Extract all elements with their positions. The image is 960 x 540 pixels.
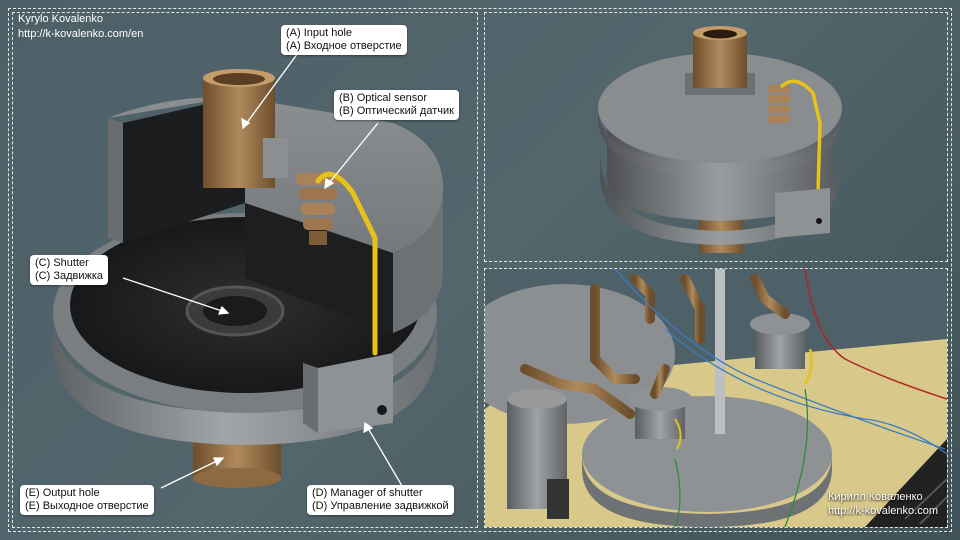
callout-manager-of-shutter-en: (D) Manager of shutter [312, 487, 423, 499]
callout-manager-of-shutter: (D) Manager of shutter (D) Управление за… [307, 485, 454, 515]
callout-output-hole-ru: (E) Выходное отверстие [25, 500, 149, 512]
callout-shutter: (C) Shutter (C) Задвижка [30, 255, 109, 285]
callout-optical-sensor-en: (B) Optical sensor [339, 92, 428, 104]
callout-manager-of-shutter-ru: (D) Управление задвижкой [312, 500, 449, 512]
callout-shutter-ru: (C) Задвижка [35, 270, 104, 282]
author-credit-ru: Кирилл Коваленко http://k-kovalenko.com [828, 490, 938, 518]
callout-shutter-en: (C) Shutter [35, 257, 89, 269]
installation-render [485, 269, 947, 527]
callout-input-hole: (A) Input hole (A) Входное отверстие [281, 25, 407, 55]
author-name-ru: Кирилл Коваленко [827, 491, 923, 503]
callout-input-hole-en: (A) Input hole [286, 27, 353, 39]
author-header: Kyrylo Kovalenko http://k-kovalenko.com/… [18, 12, 143, 42]
author-url[interactable]: http://k-kovalenko.com/en [18, 27, 143, 42]
callout-optical-sensor-ru: (B) Оптический датчик [339, 105, 454, 117]
callout-output-hole: (E) Output hole (E) Выходное отверстие [20, 485, 154, 515]
callout-input-hole-ru: (A) Входное отверстие [286, 40, 402, 52]
callout-optical-sensor: (B) Optical sensor (B) Оптический датчик [334, 90, 459, 120]
callout-output-hole-en: (E) Output hole [25, 487, 100, 499]
author-url-ru[interactable]: http://k-kovalenko.com [828, 504, 938, 518]
author-name: Kyrylo Kovalenko [18, 13, 103, 25]
exterior-render [485, 13, 947, 261]
